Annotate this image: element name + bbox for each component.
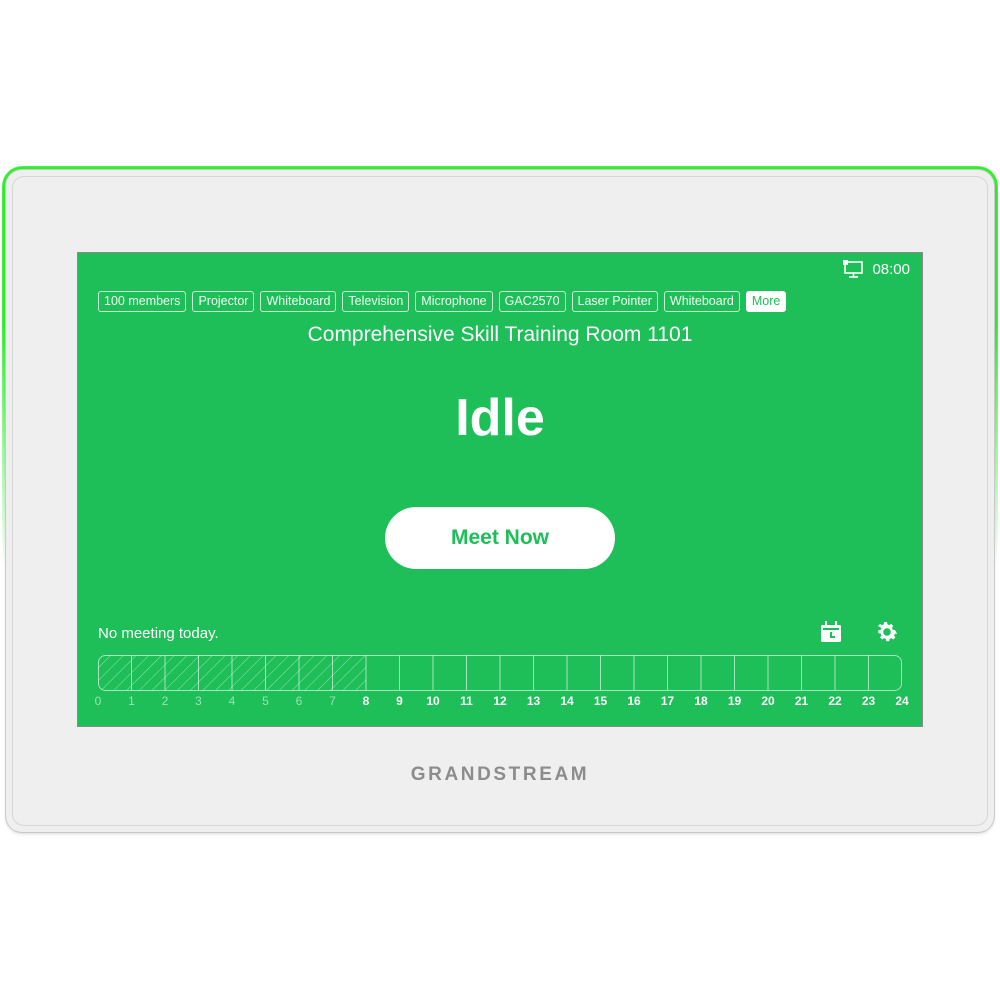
status-bar: 08:00 [842, 260, 910, 278]
timeline-hour-label: 15 [593, 694, 608, 708]
facility-tag: Microphone [415, 291, 493, 312]
timeline-hour-label: 12 [493, 694, 507, 708]
timeline-hour-label: 13 [526, 694, 541, 708]
timeline-hour-label: 3 [195, 694, 202, 708]
timeline-hour-label: 21 [794, 694, 809, 708]
meet-now-button[interactable]: Meet Now [385, 507, 615, 569]
timeline-hour-labels: 0 1 2 3 4 5 6 7 8 9 10 11 12 13 14 15 16 17 18 19 20 21 22 23 24 [94, 694, 909, 710]
timeline-hour-label: 10 [426, 694, 440, 708]
timeline-hour-label: 8 [362, 694, 370, 708]
clock-time: 08:00 [872, 260, 910, 278]
settings-button[interactable] [874, 619, 900, 645]
timeline-hour-label: 1 [128, 694, 135, 708]
timeline-hour-label: 5 [262, 694, 269, 708]
display-screen-icon [843, 260, 864, 278]
timeline-hour-label: 6 [295, 694, 303, 708]
timeline-hour-label: 17 [660, 694, 675, 708]
timeline-hour-label: 14 [560, 694, 574, 708]
more-facilities-button[interactable]: More [745, 291, 787, 312]
timeline-graphic [98, 655, 902, 691]
brand-logo: GRANDSTREAM [410, 764, 590, 785]
room-name: Comprehensive Skill Training Room 1101 [307, 323, 693, 346]
facility-tag: Whiteboard [663, 291, 740, 312]
timeline-hour-label: 9 [396, 694, 403, 708]
facility-tag: GAC2570 [498, 291, 566, 312]
facility-tag: 100 members [98, 291, 187, 312]
timeline-hour-label: 22 [828, 694, 842, 708]
room-facilities: 100 members Projector Whiteboard Televis… [98, 291, 787, 312]
gear-icon [877, 622, 898, 642]
timeline-hour-label: 0 [94, 694, 102, 708]
room-status: Idle [455, 389, 545, 447]
facility-tag: Television [342, 291, 410, 312]
schedule-button[interactable] [818, 619, 844, 645]
timeline-hour-label: 23 [861, 694, 876, 708]
schedule-status: No meeting today. [98, 625, 219, 642]
timeline-hour-label: 4 [228, 694, 236, 708]
timeline-hour-label: 18 [694, 694, 708, 708]
timeline-hour-label: 2 [161, 694, 169, 708]
timeline-hour-label: 7 [329, 694, 336, 708]
touch-screen: 08:00 100 members Projector Whiteboard T… [78, 253, 922, 726]
timeline-hour-label: 19 [727, 694, 742, 708]
timeline-hour-label: 16 [627, 694, 641, 708]
facility-tag: Projector [192, 291, 255, 312]
day-timeline[interactable] [98, 655, 902, 691]
facility-tag: Laser Pointer [571, 291, 658, 312]
timeline-hour-label: 20 [761, 694, 775, 708]
timeline-hour-label: 11 [460, 694, 473, 708]
facility-tag: Whiteboard [260, 291, 337, 312]
timeline-hour-label: 24 [895, 694, 909, 708]
calendar-clock-icon [821, 621, 841, 642]
